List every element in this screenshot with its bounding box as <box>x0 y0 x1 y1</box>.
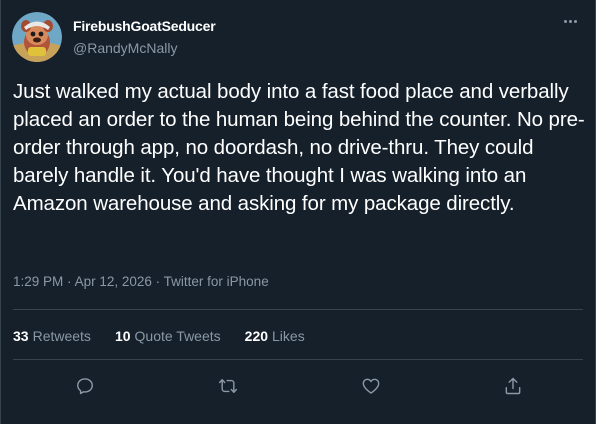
retweets-count: 33 <box>13 328 29 344</box>
divider <box>13 359 583 360</box>
more-dot <box>568 19 572 23</box>
author-display-name[interactable]: FirebushGoatSeducer <box>73 17 216 35</box>
avatar[interactable] <box>12 12 62 62</box>
retweet-icon <box>218 379 238 393</box>
tweet-stats: 33 Retweets 10 Quote Tweets 220 Likes <box>13 328 305 344</box>
likes-count: 220 <box>244 328 269 344</box>
tweet-card: FirebushGoatSeducer @RandyMcNally Just w… <box>0 0 596 424</box>
tweet-time[interactable]: 1:29 PM <box>13 274 63 289</box>
tweet-date[interactable]: Apr 12, 2026 <box>75 274 152 289</box>
share-icon <box>505 377 521 395</box>
tweet-source[interactable]: Twitter for iPhone <box>164 274 269 289</box>
reply-icon <box>77 378 93 395</box>
share-button[interactable] <box>501 374 525 398</box>
tweet-meta: 1:29 PM · Apr 12, 2026 · Twitter for iPh… <box>13 274 269 289</box>
more-dots-icon <box>563 19 567 23</box>
action-bar <box>1 374 596 398</box>
more-options-button[interactable] <box>559 14 581 28</box>
cartoon-avatar-icon <box>12 12 62 62</box>
author-handle[interactable]: @RandyMcNally <box>73 39 215 57</box>
more-dot <box>573 19 577 23</box>
likes-label: Likes <box>272 328 305 344</box>
like-button[interactable] <box>359 374 383 398</box>
quote-tweets-stat[interactable]: 10 Quote Tweets <box>115 328 221 344</box>
author-info: FirebushGoatSeducer @RandyMcNally <box>73 17 216 57</box>
retweet-button[interactable] <box>216 374 240 398</box>
quote-tweets-count: 10 <box>114 328 131 344</box>
retweets-label: Retweets <box>32 328 91 344</box>
reply-button[interactable] <box>73 374 97 398</box>
divider <box>13 309 583 310</box>
tweet-text: Just walked my actual body into a fast f… <box>13 80 585 215</box>
likes-stat[interactable]: 220 Likes <box>245 328 305 344</box>
quote-tweets-label: Quote Tweets <box>134 328 221 344</box>
meta-separator: · <box>67 274 75 289</box>
like-icon <box>362 378 380 394</box>
meta-separator: · <box>155 274 164 289</box>
retweets-stat[interactable]: 33 Retweets <box>13 328 91 344</box>
